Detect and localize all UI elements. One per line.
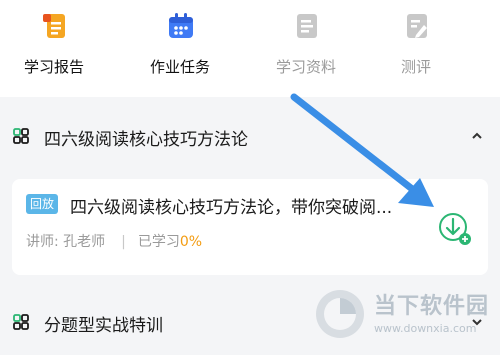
section-title: 四六级阅读核心技巧方法论 xyxy=(44,130,248,150)
download-icon[interactable] xyxy=(435,209,475,249)
lesson-meta: 讲师: 孔老师 | 已学习0% xyxy=(26,231,202,251)
progress-label: 已学习 xyxy=(137,234,180,250)
grid-icon xyxy=(13,314,29,330)
nav-item-study-report[interactable]: 学习报告 xyxy=(4,8,104,88)
teacher-name: 讲师: 孔老师 xyxy=(26,234,106,250)
report-icon xyxy=(43,14,65,38)
edit-icon xyxy=(407,14,427,38)
nav-item-study-materials[interactable]: 学习资料 xyxy=(256,8,356,88)
chevron-up-icon[interactable] xyxy=(470,129,484,143)
lesson-card[interactable]: 回放 四六级阅读核心技巧方法论，带你突破阅... 讲师: 孔老师 | 已学习0% xyxy=(12,179,488,275)
calendar-icon xyxy=(169,13,193,38)
watermark: 当下软件园 www.downxia.com xyxy=(312,286,500,348)
watermark-logo-icon xyxy=(316,290,364,338)
lesson-title: 四六级阅读核心技巧方法论，带你突破阅... xyxy=(70,198,393,218)
nav-label: 作业任务 xyxy=(149,58,210,76)
nav-label: 学习资料 xyxy=(275,58,336,76)
section-header-expanded[interactable]: 四六级阅读核心技巧方法论 xyxy=(0,116,500,156)
nav-item-homework-tasks[interactable]: 作业任务 xyxy=(130,8,230,88)
watermark-url: www.downxia.com xyxy=(374,322,477,335)
nav-item-assessment[interactable]: 测评 xyxy=(366,8,466,88)
replay-badge: 回放 xyxy=(26,194,59,214)
grid-icon xyxy=(13,128,29,144)
section-title: 分题型实战特训 xyxy=(44,316,163,336)
watermark-name: 当下软件园 xyxy=(374,294,490,319)
nav-label: 学习报告 xyxy=(23,58,84,76)
meta-separator: | xyxy=(121,234,126,250)
top-navigation: 学习报告 作业任务 学习资料 测评 xyxy=(0,0,500,97)
document-icon xyxy=(297,14,317,38)
progress-value: 0% xyxy=(179,234,203,250)
nav-label: 测评 xyxy=(400,58,431,76)
